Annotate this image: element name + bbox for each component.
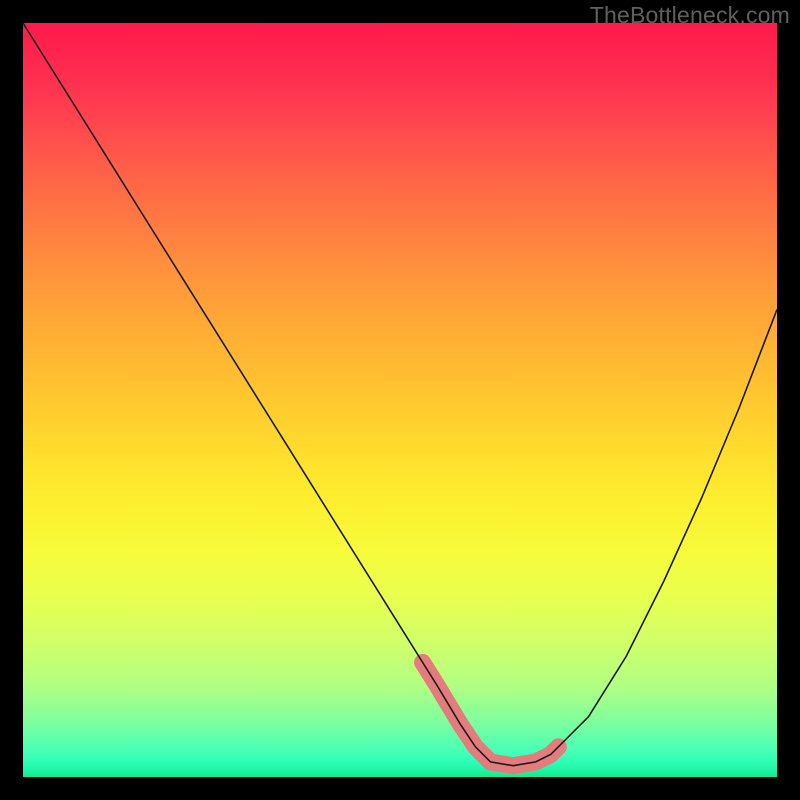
watermark-text: TheBottleneck.com: [590, 2, 790, 29]
thin-curve-line: [23, 23, 777, 766]
chart-plot-area: [23, 23, 777, 777]
bottleneck-curve: [23, 23, 777, 777]
thick-highlight-segment: [423, 662, 559, 765]
